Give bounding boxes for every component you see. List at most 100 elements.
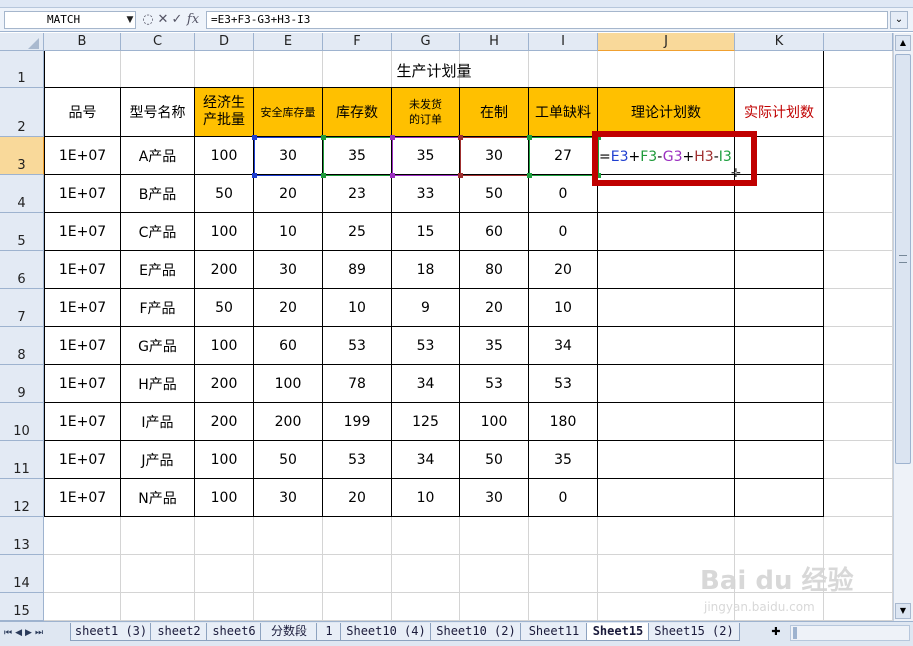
- data-cell-b11[interactable]: 1E+07: [44, 441, 121, 479]
- data-cell-c3[interactable]: A产品: [121, 137, 195, 175]
- row-header-12[interactable]: 12: [0, 479, 44, 517]
- data-cell-b8[interactable]: 1E+07: [44, 327, 121, 365]
- data-cell-c12[interactable]: N产品: [121, 479, 195, 517]
- data-cell-h10[interactable]: 100: [460, 403, 529, 441]
- data-cell-d4[interactable]: 50: [195, 175, 254, 213]
- grid-cell[interactable]: [254, 593, 323, 621]
- expand-formula-bar-icon[interactable]: ⌄: [890, 11, 908, 29]
- row-header-13[interactable]: 13: [0, 517, 44, 555]
- data-cell-f5[interactable]: 25: [323, 213, 392, 251]
- column-header-c[interactable]: C: [121, 33, 195, 51]
- data-cell-f6[interactable]: 89: [323, 251, 392, 289]
- horizontal-scrollbar[interactable]: [790, 625, 910, 641]
- row-header-3[interactable]: 3: [0, 137, 44, 175]
- column-header-g[interactable]: G: [392, 33, 460, 51]
- grid-cell[interactable]: [460, 555, 529, 593]
- data-cell-h8[interactable]: 35: [460, 327, 529, 365]
- data-cell-e9[interactable]: 100: [254, 365, 323, 403]
- data-cell-b4[interactable]: 1E+07: [44, 175, 121, 213]
- data-cell-k5[interactable]: [735, 213, 824, 251]
- tab-sheet6[interactable]: sheet6: [206, 623, 262, 641]
- column-header-e[interactable]: E: [254, 33, 323, 51]
- column-header-b[interactable]: B: [44, 33, 121, 51]
- column-header-f[interactable]: F: [323, 33, 392, 51]
- data-cell-b7[interactable]: 1E+07: [44, 289, 121, 327]
- header-cell-j[interactable]: 理论计划数: [598, 88, 735, 137]
- data-cell-j7[interactable]: [598, 289, 735, 327]
- grid-cell[interactable]: [824, 88, 893, 137]
- header-cell-c[interactable]: 型号名称: [121, 88, 195, 137]
- reference-handle-icon[interactable]: [527, 173, 532, 178]
- data-cell-c11[interactable]: J产品: [121, 441, 195, 479]
- grid-cell[interactable]: [323, 517, 392, 555]
- data-cell-g4[interactable]: 33: [392, 175, 460, 213]
- data-cell-j11[interactable]: [598, 441, 735, 479]
- tab-sheet15[interactable]: Sheet15: [586, 623, 650, 641]
- tab-sheet15-2-[interactable]: Sheet15 (2): [648, 623, 740, 641]
- data-cell-c4[interactable]: B产品: [121, 175, 195, 213]
- data-cell-h6[interactable]: 80: [460, 251, 529, 289]
- row-header-6[interactable]: 6: [0, 251, 44, 289]
- tab-navigation-icons[interactable]: ⏮◀▶⏭: [4, 625, 68, 641]
- data-cell-d6[interactable]: 200: [195, 251, 254, 289]
- grid-cell[interactable]: [121, 555, 195, 593]
- column-header-d[interactable]: D: [195, 33, 254, 51]
- grid-cell[interactable]: [195, 593, 254, 621]
- split-handle-icon[interactable]: [793, 627, 797, 639]
- column-header-j[interactable]: J: [598, 33, 735, 51]
- data-cell-f4[interactable]: 23: [323, 175, 392, 213]
- data-cell-j5[interactable]: [598, 213, 735, 251]
- data-cell-b10[interactable]: 1E+07: [44, 403, 121, 441]
- grid-cell[interactable]: [598, 517, 735, 555]
- data-cell-d3[interactable]: 100: [195, 137, 254, 175]
- data-cell-g5[interactable]: 15: [392, 213, 460, 251]
- data-cell-i7[interactable]: 10: [529, 289, 598, 327]
- grid-cell[interactable]: [121, 593, 195, 621]
- insert-sheet-icon[interactable]: ✚: [765, 624, 787, 640]
- insert-function-icon[interactable]: fx: [184, 10, 202, 30]
- data-cell-f8[interactable]: 53: [323, 327, 392, 365]
- data-cell-e7[interactable]: 20: [254, 289, 323, 327]
- data-cell-g8[interactable]: 53: [392, 327, 460, 365]
- grid-cell[interactable]: [824, 479, 893, 517]
- data-cell-d10[interactable]: 200: [195, 403, 254, 441]
- data-cell-d9[interactable]: 200: [195, 365, 254, 403]
- grid-cell[interactable]: [529, 517, 598, 555]
- grid-cell[interactable]: [254, 555, 323, 593]
- data-cell-e12[interactable]: 30: [254, 479, 323, 517]
- grid-cell[interactable]: [824, 365, 893, 403]
- data-cell-f9[interactable]: 78: [323, 365, 392, 403]
- grid-cell[interactable]: [323, 593, 392, 621]
- data-cell-e5[interactable]: 10: [254, 213, 323, 251]
- data-cell-b12[interactable]: 1E+07: [44, 479, 121, 517]
- data-cell-k7[interactable]: [735, 289, 824, 327]
- grid-cell[interactable]: [195, 555, 254, 593]
- data-cell-j6[interactable]: [598, 251, 735, 289]
- data-cell-i11[interactable]: 35: [529, 441, 598, 479]
- data-cell-h9[interactable]: 53: [460, 365, 529, 403]
- grid-cell[interactable]: [392, 555, 460, 593]
- row-header-9[interactable]: 9: [0, 365, 44, 403]
- data-cell-i4[interactable]: 0: [529, 175, 598, 213]
- grid-cell[interactable]: [44, 593, 121, 621]
- column-header-i[interactable]: I: [529, 33, 598, 51]
- data-cell-h7[interactable]: 20: [460, 289, 529, 327]
- grid-cell[interactable]: [598, 593, 735, 621]
- data-cell-c7[interactable]: F产品: [121, 289, 195, 327]
- data-cell-j9[interactable]: [598, 365, 735, 403]
- header-cell-k[interactable]: 实际计划数: [735, 88, 824, 137]
- data-cell-f12[interactable]: 20: [323, 479, 392, 517]
- data-cell-i12[interactable]: 0: [529, 479, 598, 517]
- reference-handle-icon[interactable]: [321, 135, 326, 140]
- data-cell-d12[interactable]: 100: [195, 479, 254, 517]
- data-cell-g7[interactable]: 9: [392, 289, 460, 327]
- tab-sheet10-4-[interactable]: Sheet10 (4): [340, 623, 432, 641]
- grid-cell[interactable]: [824, 137, 893, 175]
- data-cell-g9[interactable]: 34: [392, 365, 460, 403]
- data-cell-k9[interactable]: [735, 365, 824, 403]
- reference-handle-icon[interactable]: [390, 135, 395, 140]
- data-cell-b9[interactable]: 1E+07: [44, 365, 121, 403]
- grid-cell[interactable]: [824, 51, 893, 88]
- data-cell-h11[interactable]: 50: [460, 441, 529, 479]
- reference-handle-icon[interactable]: [252, 135, 257, 140]
